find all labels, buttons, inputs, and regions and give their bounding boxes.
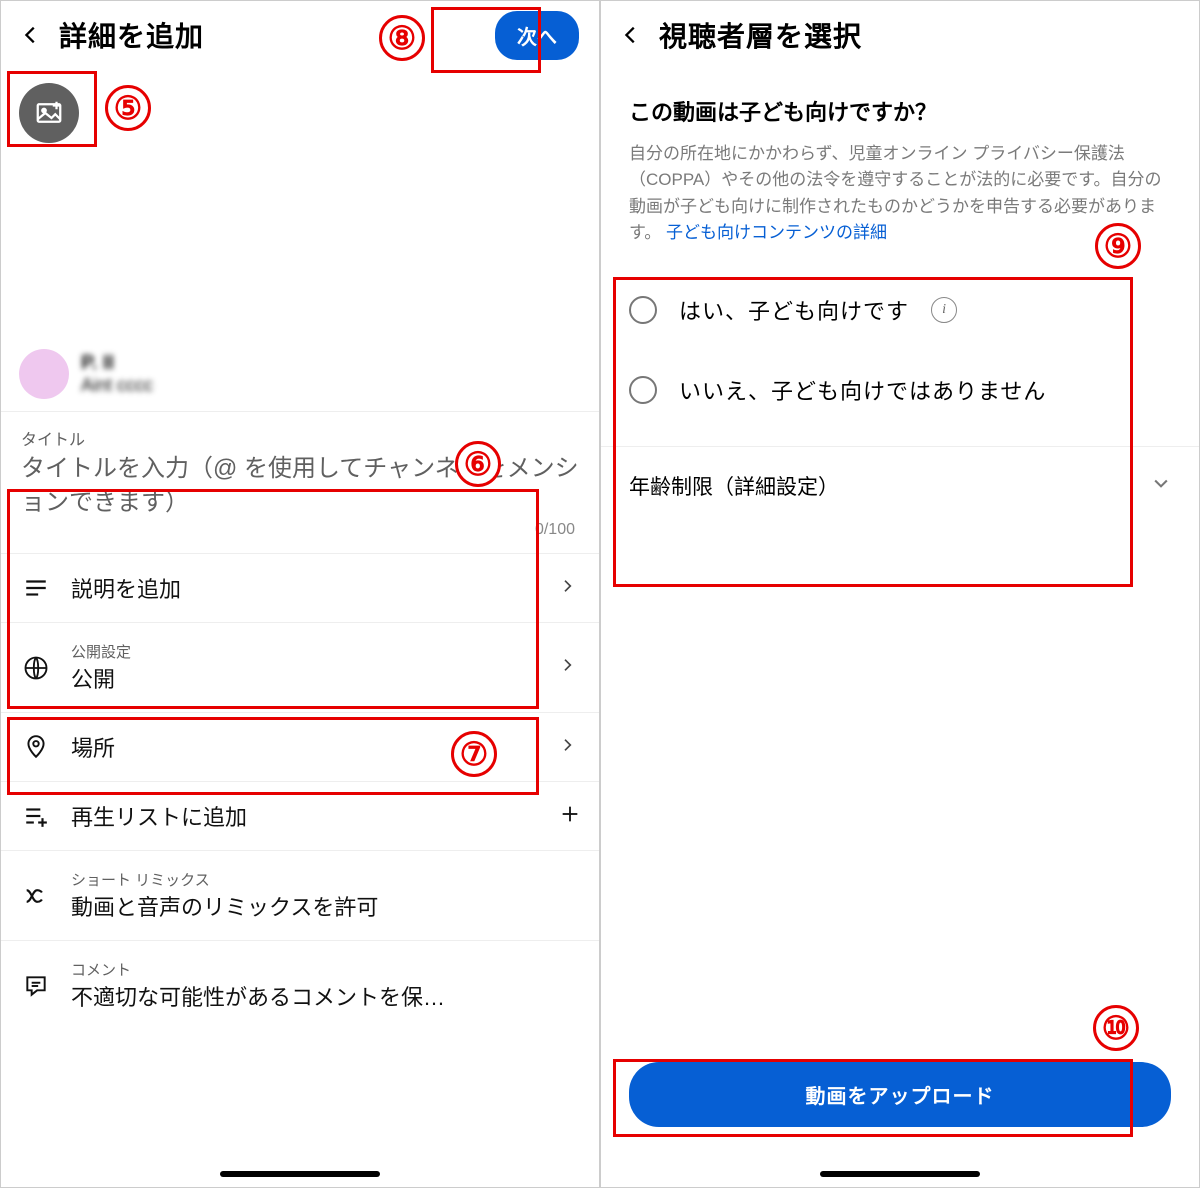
page-title: 詳細を追加 [59, 15, 495, 55]
header: 詳細を追加 次へ [1, 1, 599, 69]
comment-label: コメント [71, 959, 579, 980]
upload-video-button[interactable]: 動画をアップロード [629, 1062, 1171, 1127]
age-restriction-row[interactable]: 年齢制限（詳細設定） [601, 446, 1199, 525]
playlist-label: 再生リストに追加 [71, 800, 539, 832]
playlist-row[interactable]: 再生リストに追加 [1, 781, 599, 850]
radio-icon [629, 376, 657, 404]
remix-value: 動画と音声のリミックスを許可 [71, 890, 579, 922]
audience-question-block: この動画は子ども向けですか？ 自分の所在地にかかわらず、児童オンライン プライバ… [601, 69, 1199, 246]
radio-no-label: いいえ、子ども向けではありません [679, 374, 1046, 406]
screen-add-details: 詳細を追加 次へ P. II Aint cccc タイトル タイトルを入力（@ … [0, 0, 600, 1188]
home-indicator [220, 1171, 380, 1177]
comment-row[interactable]: コメント 不適切な可能性があるコメントを保… [1, 940, 599, 1030]
description-icon [21, 573, 51, 603]
comment-value: 不適切な可能性があるコメントを保… [71, 980, 579, 1012]
annotation-10: ⑩ [1093, 1005, 1139, 1051]
header: 視聴者層を選択 [601, 1, 1199, 69]
radio-icon [629, 296, 657, 324]
back-icon[interactable] [617, 21, 645, 49]
chevron-right-icon [559, 737, 579, 758]
chevron-right-icon [559, 578, 579, 599]
info-icon[interactable]: i [931, 297, 957, 323]
title-label: タイトル [21, 426, 579, 450]
visibility-row[interactable]: 公開設定 公開 [1, 622, 599, 712]
radio-yes-label: はい、子ども向けです [679, 294, 909, 326]
remix-label: ショート リミックス [71, 869, 579, 890]
comment-icon [21, 971, 51, 1001]
chevron-right-icon [559, 657, 579, 678]
chevron-down-icon [1151, 473, 1171, 499]
add-description-label: 説明を追加 [71, 572, 539, 604]
add-thumbnail-button[interactable] [19, 83, 79, 143]
home-indicator [820, 1171, 980, 1177]
channel-name: P. II Aint cccc [81, 352, 153, 396]
remix-row[interactable]: ショート リミックス 動画と音声のリミックスを許可 [1, 850, 599, 940]
visibility-label: 公開設定 [71, 641, 539, 662]
radio-not-kids[interactable]: いいえ、子ども向けではありません [601, 354, 1199, 446]
channel-info: P. II Aint cccc [19, 349, 153, 399]
location-label: 場所 [71, 731, 539, 763]
remix-icon [21, 881, 51, 911]
playlist-add-icon [21, 801, 51, 831]
age-restriction-label: 年齢制限（詳細設定） [629, 471, 839, 501]
screen-select-audience: 視聴者層を選択 この動画は子ども向けですか？ 自分の所在地にかかわらず、児童オン… [600, 0, 1200, 1188]
audience-description: 自分の所在地にかかわらず、児童オンライン プライバシー保護法（COPPA）やその… [629, 141, 1171, 246]
avatar [19, 349, 69, 399]
globe-icon [21, 653, 51, 683]
title-counter: 0/100 [21, 519, 579, 547]
audience-question: この動画は子ども向けですか？ [629, 95, 1171, 127]
title-placeholder: タイトルを入力（@ を使用してチャンネルをメンションできます） [21, 452, 579, 519]
title-field[interactable]: タイトル タイトルを入力（@ を使用してチャンネルをメンションできます） 0/1… [1, 411, 599, 553]
kids-content-link[interactable]: 子ども向けコンテンツの詳細 [666, 223, 887, 242]
visibility-value: 公開 [71, 662, 539, 694]
location-row[interactable]: 場所 [1, 712, 599, 781]
video-preview-area: P. II Aint cccc [1, 69, 599, 411]
add-description-row[interactable]: 説明を追加 [1, 553, 599, 622]
page-title: 視聴者層を選択 [659, 15, 1183, 55]
next-button[interactable]: 次へ [495, 11, 579, 60]
plus-icon [559, 803, 579, 830]
radio-yes-kids[interactable]: はい、子ども向けです i [601, 266, 1199, 354]
back-icon[interactable] [17, 21, 45, 49]
location-icon [21, 732, 51, 762]
